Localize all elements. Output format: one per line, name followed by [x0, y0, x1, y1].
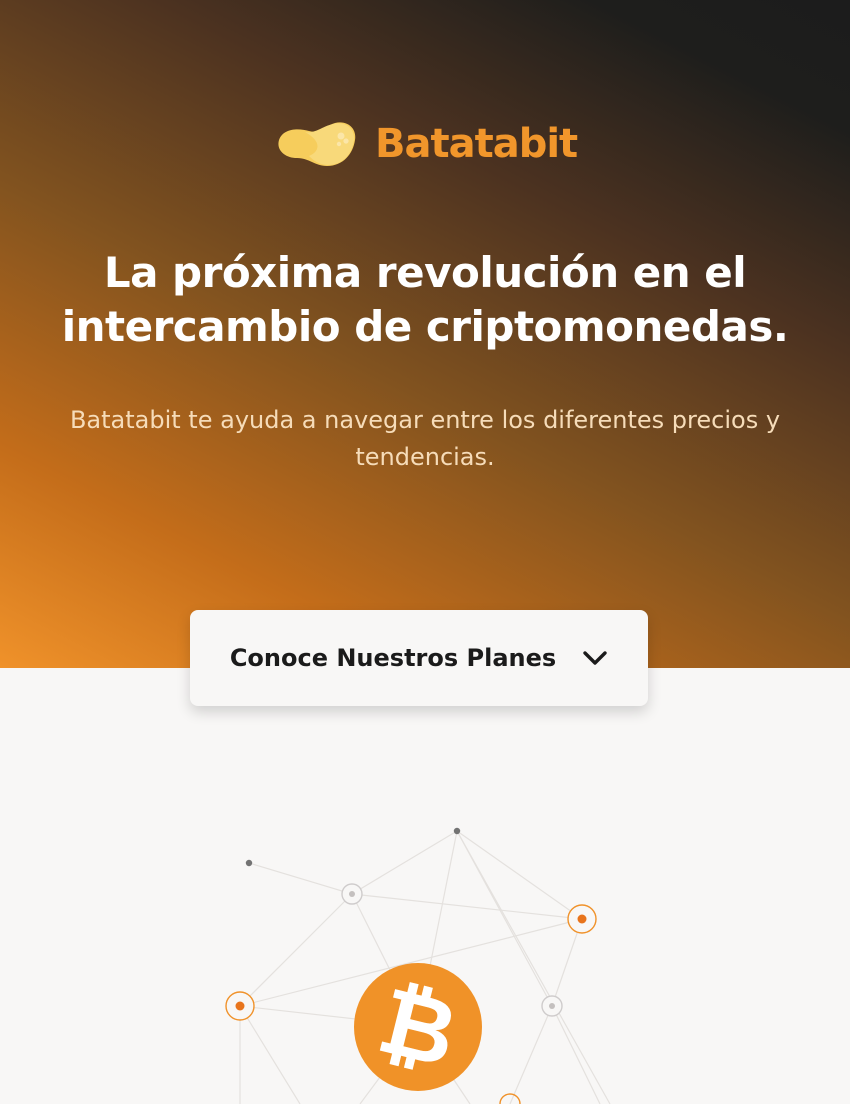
chevron-down-icon: [582, 648, 608, 668]
plans-button-label: Conoce Nuestros Planes: [229, 644, 557, 672]
potato-icon: [275, 118, 357, 170]
hero-section: Batatabit La próxima revolución en el in…: [0, 0, 850, 668]
network-node-accent: [567, 904, 597, 934]
crypto-network-illustration: ₿: [225, 827, 611, 1104]
hero-subtitle: Batatabit te ayuda a navegar entre los d…: [69, 406, 781, 471]
network-node-accent: [225, 991, 255, 1021]
bitcoin-icon: ₿: [354, 963, 482, 1091]
network-node-ring: [341, 883, 363, 905]
brand-name: Batatabit: [375, 121, 578, 167]
network-node: [245, 859, 253, 867]
plans-button[interactable]: Conoce Nuestros Planes: [190, 610, 648, 706]
network-node-ring: [541, 995, 563, 1017]
page-title: La próxima revolución en el intercambio …: [61, 248, 789, 351]
logo[interactable]: Batatabit: [275, 118, 578, 170]
network-node: [453, 827, 461, 835]
